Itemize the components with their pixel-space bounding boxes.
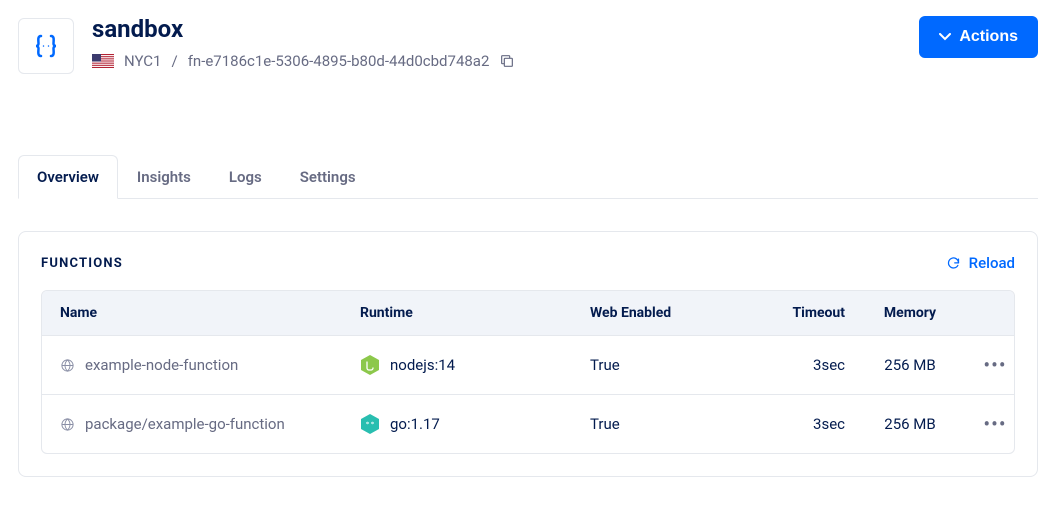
functions-app-icon xyxy=(18,18,74,74)
panel-header: FUNCTIONS Reload xyxy=(41,254,1015,272)
reload-button[interactable]: Reload xyxy=(946,254,1015,272)
actions-button[interactable]: Actions xyxy=(919,16,1038,58)
tab-logs[interactable]: Logs xyxy=(210,155,281,199)
functions-panel: FUNCTIONS Reload Name Runtime Web Enable… xyxy=(18,231,1038,477)
table-row: example-node-function nodejs:14 True 3se… xyxy=(42,336,1014,395)
cell-timeout: 3sec xyxy=(760,415,855,433)
cell-web-enabled: True xyxy=(590,415,760,433)
tab-overview[interactable]: Overview xyxy=(18,155,118,199)
globe-icon xyxy=(60,417,75,432)
cell-name: example-node-function xyxy=(60,356,360,374)
page-header: sandbox NYC1 / fn-e7186c1 xyxy=(18,16,1038,74)
go-icon xyxy=(360,413,380,435)
cell-runtime: go:1.17 xyxy=(360,413,590,435)
cell-runtime: nodejs:14 xyxy=(360,354,590,376)
function-name[interactable]: package/example-go-function xyxy=(85,415,285,433)
cell-memory: 256 MB xyxy=(855,415,965,433)
table-header: Name Runtime Web Enabled Timeout Memory xyxy=(42,291,1014,336)
cell-actions: ••• xyxy=(965,355,1015,375)
cell-name: package/example-go-function xyxy=(60,415,360,433)
function-name[interactable]: example-node-function xyxy=(85,356,238,374)
runtime-label: go:1.17 xyxy=(390,415,440,433)
reload-icon xyxy=(946,256,961,271)
globe-icon xyxy=(60,358,75,373)
page-title: sandbox xyxy=(92,16,515,42)
function-id: fn-e7186c1e-5306-4895-b80d-44d0cbd748a2 xyxy=(188,52,490,70)
cell-actions: ••• xyxy=(965,414,1015,434)
cell-web-enabled: True xyxy=(590,356,760,374)
tabs: Overview Insights Logs Settings xyxy=(18,154,1038,199)
header-left: sandbox NYC1 / fn-e7186c1 xyxy=(18,16,515,74)
th-runtime: Runtime xyxy=(360,305,590,321)
cell-timeout: 3sec xyxy=(760,356,855,374)
braces-icon xyxy=(31,31,61,61)
subtitle-row: NYC1 / fn-e7186c1e-5306-4895-b80d-44d0cb… xyxy=(92,52,515,70)
th-web-enabled: Web Enabled xyxy=(590,305,760,321)
tab-settings[interactable]: Settings xyxy=(281,155,375,199)
chevron-down-icon xyxy=(939,33,951,41)
th-memory: Memory xyxy=(855,305,965,321)
runtime-label: nodejs:14 xyxy=(390,356,455,374)
panel-title: FUNCTIONS xyxy=(41,256,123,271)
actions-label: Actions xyxy=(959,28,1018,46)
th-name: Name xyxy=(60,305,360,321)
tab-insights[interactable]: Insights xyxy=(118,155,210,199)
table-row: package/example-go-function go:1.17 True… xyxy=(42,395,1014,453)
us-flag-icon xyxy=(92,54,114,68)
copy-icon[interactable] xyxy=(499,53,515,69)
cell-memory: 256 MB xyxy=(855,356,965,374)
nodejs-icon xyxy=(360,354,380,376)
region-label: NYC1 xyxy=(124,52,162,70)
separator: / xyxy=(172,52,178,70)
th-timeout: Timeout xyxy=(760,305,855,321)
more-icon[interactable]: ••• xyxy=(983,355,1006,375)
reload-label: Reload xyxy=(969,254,1015,272)
more-icon[interactable]: ••• xyxy=(983,414,1006,434)
functions-table: Name Runtime Web Enabled Timeout Memory … xyxy=(41,290,1015,454)
title-block: sandbox NYC1 / fn-e7186c1 xyxy=(92,16,515,70)
